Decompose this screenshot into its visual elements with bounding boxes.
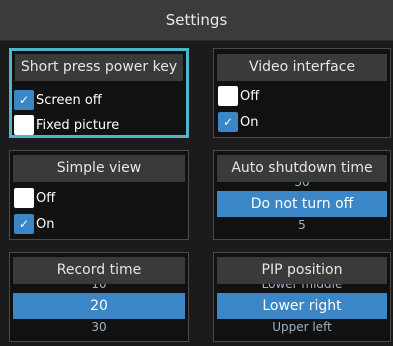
- power-key-panel[interactable]: Short press power key Screen off Fixed p…: [9, 48, 189, 138]
- option-off[interactable]: Off: [218, 84, 259, 108]
- auto-shutdown-header: Auto shutdown time: [217, 155, 387, 182]
- checkbox-checked-icon[interactable]: [14, 90, 34, 110]
- picker-prev-item[interactable]: 10: [13, 284, 185, 293]
- video-interface-panel[interactable]: Video interface Off On: [213, 48, 391, 138]
- checkbox-unchecked-icon[interactable]: [14, 115, 34, 135]
- record-time-picker[interactable]: 10 20 30: [13, 284, 185, 340]
- option-screen-off[interactable]: Screen off: [14, 88, 102, 112]
- simple-view-header: Simple view: [13, 155, 185, 182]
- simple-view-panel[interactable]: Simple view Off On: [9, 150, 189, 240]
- video-interface-header: Video interface: [217, 54, 387, 81]
- picker-next-item[interactable]: 30: [13, 319, 185, 336]
- option-off[interactable]: Off: [14, 186, 55, 210]
- checkbox-checked-icon[interactable]: [218, 112, 238, 132]
- auto-shutdown-picker[interactable]: 30 Do not turn off 5: [217, 182, 387, 238]
- page-title: Settings: [165, 11, 228, 29]
- pip-position-panel[interactable]: PIP position Lower middle Lower right Up…: [213, 252, 391, 342]
- option-label: On: [36, 216, 55, 232]
- pip-position-header: PIP position: [217, 257, 387, 284]
- option-label: Off: [240, 88, 260, 104]
- picker-selected-item[interactable]: 20: [13, 293, 185, 319]
- option-label: Off: [36, 190, 56, 206]
- option-label: Screen off: [36, 92, 102, 108]
- checkbox-unchecked-icon[interactable]: [14, 188, 34, 208]
- checkbox-unchecked-icon[interactable]: [218, 86, 238, 106]
- option-fixed-picture[interactable]: Fixed picture: [14, 113, 119, 137]
- power-key-header: Short press power key: [15, 54, 183, 81]
- picker-selected-item[interactable]: Lower right: [217, 293, 387, 319]
- picker-next-item[interactable]: 5: [217, 217, 387, 234]
- title-bar: Settings: [0, 0, 393, 41]
- record-time-panel[interactable]: Record time 10 20 30: [9, 252, 189, 342]
- record-time-header: Record time: [13, 257, 185, 284]
- option-label: Fixed picture: [36, 117, 120, 133]
- option-label: On: [240, 114, 259, 130]
- pip-position-picker[interactable]: Lower middle Lower right Upper left: [217, 284, 387, 340]
- picker-prev-item[interactable]: 30: [217, 182, 387, 191]
- checkbox-checked-icon[interactable]: [14, 214, 34, 234]
- picker-next-item[interactable]: Upper left: [217, 319, 387, 336]
- option-on[interactable]: On: [14, 212, 54, 236]
- picker-selected-item[interactable]: Do not turn off: [217, 191, 387, 217]
- picker-prev-item[interactable]: Lower middle: [217, 284, 387, 293]
- auto-shutdown-panel[interactable]: Auto shutdown time 30 Do not turn off 5: [213, 150, 391, 240]
- option-on[interactable]: On: [218, 110, 258, 134]
